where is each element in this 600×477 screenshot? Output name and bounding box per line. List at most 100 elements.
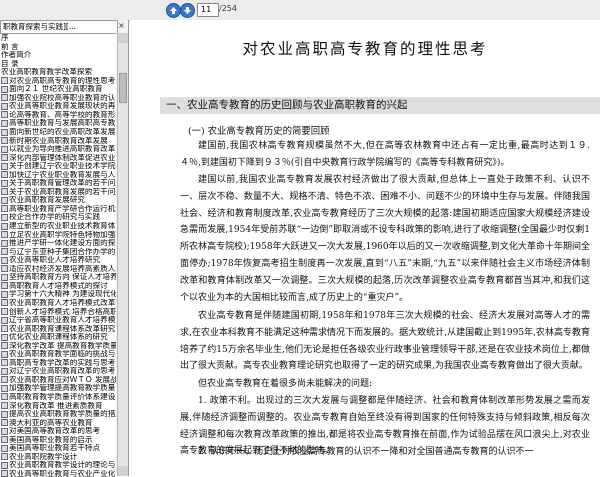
bookmark-icon [1,444,8,452]
bookmark-item[interactable]: 深化教学改革 提高教育教学质量 [0,342,116,351]
bookmark-item[interactable]: 对辽宁农业高职教育改革的思考 [0,367,116,376]
bookmark-label: 农业高职教育教学面临的挑战与对策 [9,350,116,359]
bookmark-label: 高等职业教育与发展高职高专教育 [9,119,116,128]
bookmark-icon [1,111,8,119]
bookmark-item[interactable]: 加强教学管理提高教育教学质量 [0,384,116,393]
bookmark-label: 农业高职院教学设计 [9,452,78,461]
bookmark-item[interactable]: 高等职业教育与发展高职高专教育 [0,119,116,128]
bookmark-item[interactable]: 关于创建辽宁农业职业技术学院的思考 [0,162,116,171]
bookmark-item[interactable]: 推进产学研一体化建设方面的探讨 [0,239,116,248]
paragraph-6: 2. 认识不一。历史上对农业高专教育的认识不一降和对全国普通高专教育的认识不一 [198,447,534,457]
bookmark-item[interactable]: 与辽宁东亚种子集团合作办学的实践 [0,248,116,257]
scroll-up-button[interactable] [118,33,128,43]
bookmark-icon [1,325,8,333]
previous-page-button[interactable] [166,3,181,18]
bookmark-item[interactable]: 面向新世纪的农业高职改革发展 [0,128,116,137]
bookmark-item[interactable]: 高等职业教育产学研合作运行机制的探索 [0,205,116,214]
bookmark-item[interactable]: 创新人才培养模式 培养合格高职人才 [0,308,116,317]
bookmark-item[interactable]: 高职教育教学质量评价体系建设 [0,393,116,402]
bookmark-icon [1,239,8,247]
panel-tab[interactable]: 职教育探索与实践][... [0,20,118,33]
bookmark-label: 澳大利亚的高等农业教育 [9,418,93,427]
bookmark-item[interactable]: 关于农业高职教育发展的若干问题 [0,188,116,197]
bookmark-item[interactable]: 新时期农业高职教育改革发展 [0,137,116,146]
bookmark-icon [1,342,8,350]
bookmark-item[interactable]: 对农业高职高专教育的理性思考 [0,77,116,86]
bookmark-label: 关于创建辽宁农业职业技术学院的思考 [9,162,116,171]
bookmark-icon [1,427,8,435]
bookmark-label: 创新人才培养模式 培养合格高职人才 [9,307,116,316]
bookmark-item[interactable]: 论高等教育、高等学校的教育形式 [0,111,116,120]
bookmark-item[interactable]: 美国高等职业教育若干特点 [0,444,116,453]
bookmark-item[interactable]: 农业高职教育课程体系改革研究 [0,325,116,334]
scroll-down-button[interactable] [118,466,128,476]
bookmark-item[interactable]: 序 [0,34,116,43]
bookmark-label: 农业高职教育课程体系改革研究 [9,324,116,333]
bookmark-icon [1,308,8,315]
bookmark-item[interactable]: 美国高等职业教育的启示 [0,436,116,445]
bookmark-item[interactable]: 校企合作办学的研究与实践 [0,213,116,222]
bookmark-item[interactable]: 前 言 [0,43,116,52]
bookmark-item[interactable]: 作者简介 [0,51,116,60]
bookmark-label: 高职教育人才培养模式的探讨 [9,281,108,290]
bookmark-icon [1,410,8,418]
bookmark-label: 美国高等职业教育的启示 [9,435,93,444]
bookmark-item[interactable]: 以就业为导向推进高职教育改革 [0,145,116,154]
bookmark-item[interactable]: 对美国高等教育改革的思考 [0,427,116,436]
bookmark-item[interactable]: 优化农业高职课程体系的研究 [0,333,116,342]
bookmark-item[interactable]: 农业高等职业人才培养研究 [0,256,116,265]
bookmark-item[interactable]: 高职高专教学改革的实践与思考 [0,359,116,368]
bookmark-scrollbar[interactable] [117,33,128,476]
bookmark-item[interactable]: 加快辽宁农业职业教育发展与人才培养 [0,171,116,180]
bookmark-icon [1,384,8,392]
bookmark-item[interactable]: 农业高职院教学设计 [0,453,116,462]
bookmark-icon [1,290,8,298]
bookmark-item[interactable]: 农业高职教育应对ＷＴＯ 发展战略 [0,376,116,385]
bookmark-label: 面向２１ 世纪农业高职教育 [9,85,103,94]
bookmark-icon [1,436,8,444]
bookmark-item[interactable]: 农业高等职业教育发展现状的再认识 [0,102,116,111]
bookmark-label: 推进产学研一体化建设方面的探讨 [9,239,116,248]
bookmark-item[interactable]: 澳大利亚的高等农业教育 [0,419,116,428]
bookmark-item[interactable]: 适应农村经济发展培养高素质人才 [0,265,116,274]
bookmark-item[interactable]: 立足农业高职学院特色特物加强高职教育建设 [0,231,116,240]
bookmark-item[interactable]: 面向２１ 世纪农业高职教育 [0,85,116,94]
page-number-input[interactable]: 11 [197,3,219,17]
bookmark-icon [1,402,8,410]
bookmark-label: 农业高职教育应对ＷＴＯ 发展战略 [9,375,116,384]
bookmark-label: 对农业高职高专教育的理性思考 [9,76,116,85]
bookmark-icon [1,265,8,273]
bookmark-icon [1,213,8,221]
bookmark-label: 坚持高职教育方向 保证人才培养质量 [9,273,116,282]
bookmark-item[interactable]: 农业高职教育教学改革探索 [0,68,116,77]
bookmark-item[interactable]: 目 录 [0,60,116,69]
bookmark-icon [1,333,8,341]
arrow-down-icon [184,7,191,14]
bookmark-icon [1,453,8,461]
bookmark-item[interactable]: 加强农业院校高等职业教育的认识与实践 [0,94,116,103]
next-page-button[interactable] [180,3,195,18]
bookmark-item[interactable]: 农业高职教育教学面临的挑战与对策 [0,350,116,359]
bookmark-item[interactable]: 农业高职教育教学设计的理论与实践研究 [0,461,116,470]
close-icon[interactable]: × [118,21,125,30]
bookmark-item[interactable]: 深化内部管理体制改革促进农业高职 [0,154,116,163]
bookmark-label: 农业高等职业教育发展现状的再认识 [9,102,116,111]
bookmark-item[interactable]: 农业高职教育发展研究 [0,196,116,205]
bookmark-icon [1,145,8,153]
bookmark-item[interactable]: 农业高职教育人才培养模式改革与实践 [0,299,116,308]
bookmark-item[interactable]: 关于高职教育管理改革的若干问题 [0,179,116,188]
bookmark-item[interactable]: 高职教育人才培养模式的探讨 [0,282,116,291]
bookmark-item[interactable]: 辽宁省高等职业教育人才培养模式改革 [0,316,116,325]
bookmark-item[interactable]: 建立新型的农业职业技术教育体系 [0,222,116,231]
bookmark-label: 深化教育改革 推进素质教育 [9,401,103,410]
paragraph-4: 但农业高专教育在着很多尚未能解决的问题: [198,379,373,389]
bookmark-icon [1,188,8,196]
bookmark-label: 新时期农业高职教育改革发展 [9,136,108,145]
scroll-thumb[interactable] [119,73,127,103]
bookmark-icon [1,470,8,477]
bookmark-label: 关于农业高职教育发展的若干问题 [9,187,116,196]
bookmark-item[interactable]: 坚持高职教育方向 保证人才培养质量 [0,273,116,282]
bookmark-item[interactable]: 深化教育改革 推进素质教育 [0,402,116,411]
bookmark-item[interactable]: 提高农业高职教育教学质量的措施 [0,410,116,419]
bookmark-item[interactable]: 学习第十六大精神 为建设现代化农业培养人才 [0,290,116,299]
